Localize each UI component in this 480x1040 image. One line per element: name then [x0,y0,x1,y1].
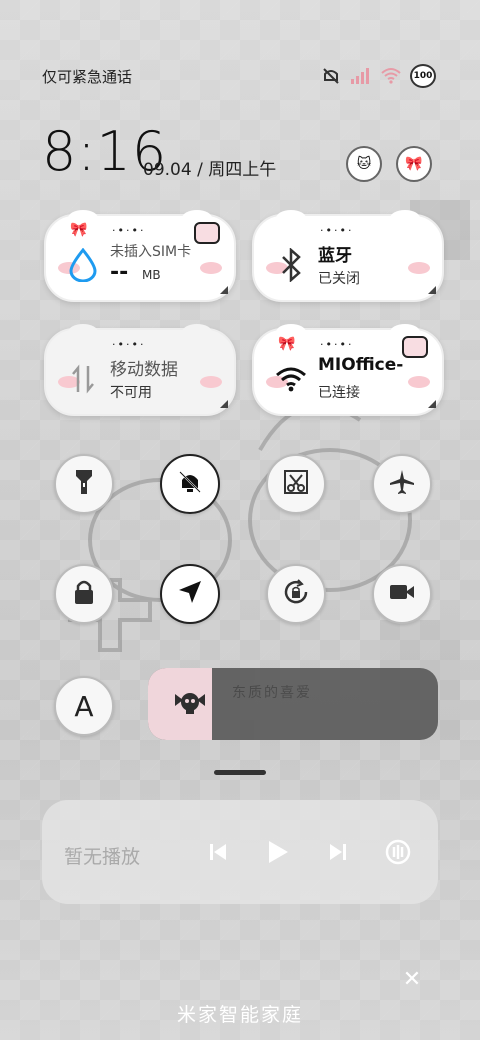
bow-icon: 🎀 [70,222,88,238]
screenshot-toggle[interactable] [266,454,326,514]
data-usage-value: -- [110,260,129,285]
airplane-mode-toggle[interactable] [372,454,432,514]
next-track-icon[interactable] [322,836,354,868]
sticker-icon [402,336,428,358]
screen-record-toggle[interactable] [372,564,432,624]
lock-screen-toggle[interactable] [54,564,114,624]
wifi-status-icon [380,65,402,87]
rotation-lock-icon [282,578,310,610]
sim-status-text: 未插入SIM卡 [110,244,192,260]
flashlight-toggle[interactable] [54,454,114,514]
drag-handle[interactable] [214,770,266,775]
tile-decor: ·•·•· [112,338,146,351]
tile-mobile-data[interactable]: ·•·•· 移动数据 不可用 [44,324,236,416]
battery-badge: 100 [410,64,436,88]
location-arrow-icon [176,578,204,610]
letter-a-icon: A [74,689,94,723]
media-status-text: 暂无播放 [64,846,141,868]
bluetooth-title: 蓝牙 [318,246,352,266]
mobile-data-title: 移动数据 [110,360,178,380]
font-size-toggle[interactable]: A [54,676,114,736]
wifi-status: 已连接 [318,385,360,401]
tile-decor: ·•·•· [112,224,146,237]
smart-home-label[interactable]: 米家智能家庭 [0,1000,480,1027]
flashlight-icon [73,467,95,501]
clock-date[interactable]: 09.04 / 周四上午 [143,155,276,180]
carrier-text: 仅可紧急通话 [42,68,133,86]
tile-decor: ·•·•· [320,224,354,237]
rotation-lock-toggle[interactable] [266,564,326,624]
status-bar: 仅可紧急通话 100 [0,60,480,92]
settings-cat-icon[interactable]: 🎀 [396,146,432,182]
bluetooth-icon [274,248,308,282]
brightness-label: 东质的喜爱 [232,685,312,701]
scissors-icon [282,468,310,500]
mute-toggle[interactable] [160,454,220,514]
lock-icon [72,578,96,610]
signal-icon [350,65,372,87]
status-icons: 100 [320,64,436,88]
mute-icon [320,65,342,87]
airplane-icon [388,468,416,500]
audio-output-icon[interactable] [382,836,414,868]
wifi-icon [274,362,308,396]
sticker-icon [194,222,220,244]
tile-bluetooth[interactable]: ·•·•· 蓝牙 已关闭 [252,210,444,302]
close-icon[interactable]: ✕ [400,968,424,992]
location-toggle[interactable] [160,564,220,624]
media-player-card[interactable]: 暂无播放 [42,800,438,904]
skull-bow-icon [172,686,208,722]
video-camera-icon [388,581,416,607]
wifi-network-name: MIOffice- [318,355,404,375]
bell-off-icon [176,468,204,500]
play-icon[interactable] [262,836,294,868]
mobile-data-arrows-icon [66,362,100,396]
water-drop-icon [66,248,100,282]
mobile-data-status: 不可用 [110,385,152,401]
data-usage-unit: MB [142,268,161,282]
tile-decor: ·•·•· [320,338,354,351]
tile-wifi[interactable]: 🎀 ·•·•· MIOffice- 已连接 [252,324,444,416]
bluetooth-status: 已关闭 [318,271,360,287]
bow-icon: 🎀 [278,336,296,352]
top-shortcuts: 🐱 🎀 [346,146,432,182]
tile-data-usage[interactable]: 🎀 ·•·•· 未插入SIM卡 -- MB [44,210,236,302]
previous-track-icon[interactable] [202,836,234,868]
cat-sticker-icon[interactable]: 🐱 [346,146,382,182]
brightness-slider[interactable] [148,668,438,740]
